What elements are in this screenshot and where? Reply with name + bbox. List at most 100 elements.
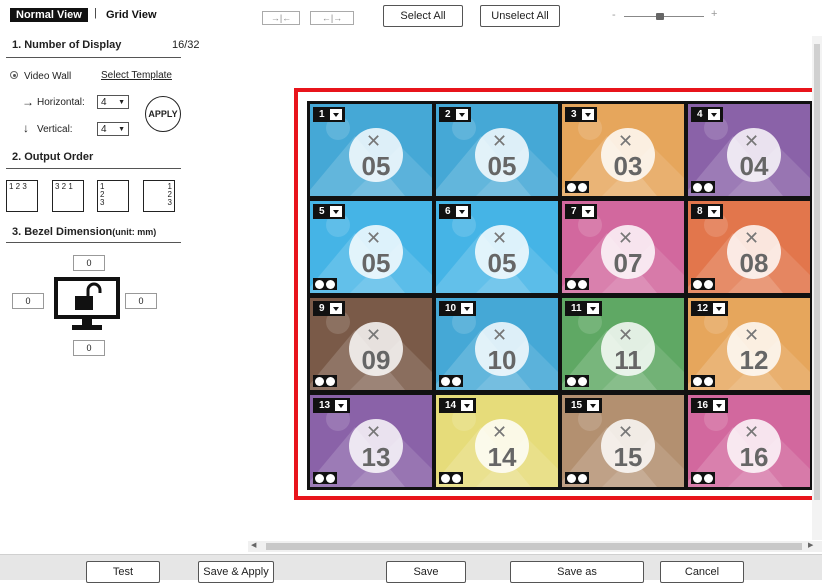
tile-index-selector[interactable]: 3 (565, 107, 597, 122)
tile-index-selector[interactable]: 16 (691, 398, 729, 413)
wall-tile[interactable]: ✕ 10 10 (436, 298, 558, 390)
speaker-icon[interactable] (693, 182, 702, 192)
vertical-select[interactable]: 4 ▼ (97, 122, 129, 136)
output-order-top-left[interactable]: 1 2 3 (97, 180, 129, 212)
tile-index-selector[interactable]: 15 (565, 398, 603, 413)
tile-index-selector[interactable]: 7 (565, 204, 597, 219)
tab-grid-view[interactable]: Grid View (106, 8, 157, 22)
wall-tile[interactable]: ✕ 09 9 (310, 298, 432, 390)
wall-tile[interactable]: ✕ 11 11 (562, 298, 684, 390)
horizontal-select[interactable]: 4 ▼ (97, 95, 129, 109)
speaker-icon[interactable] (567, 182, 576, 192)
monitor-unlock-icon[interactable] (54, 277, 122, 333)
zoom-slider-track[interactable] (624, 16, 704, 17)
tile-index-selector[interactable]: 13 (313, 398, 351, 413)
output-order-top-right[interactable]: 1 2 3 (143, 180, 175, 212)
speaker-icon[interactable] (693, 279, 702, 289)
tile-index-selector[interactable]: 10 (439, 301, 477, 316)
speaker-icon[interactable] (441, 376, 450, 386)
film-icon[interactable] (704, 376, 713, 386)
film-icon[interactable] (578, 182, 587, 192)
wall-tile[interactable]: ✕ 15 15 (562, 395, 684, 487)
wall-tile[interactable]: ✕ 16 16 (688, 395, 810, 487)
speaker-icon[interactable] (693, 376, 702, 386)
film-icon[interactable] (578, 279, 587, 289)
chevron-down-icon[interactable] (455, 109, 468, 120)
chevron-down-icon[interactable] (461, 303, 474, 314)
select-all-button[interactable]: Select All (383, 5, 463, 27)
chevron-down-icon[interactable] (713, 400, 726, 411)
scroll-right-icon[interactable]: ▶ (808, 541, 813, 549)
wall-tile[interactable]: ✕ 03 3 (562, 104, 684, 196)
speaker-icon[interactable] (567, 376, 576, 386)
vertical-scroll-thumb[interactable] (814, 44, 820, 500)
tile-index-selector[interactable]: 1 (313, 107, 345, 122)
wall-tile[interactable]: ✕ 05 6 (436, 201, 558, 293)
film-icon[interactable] (326, 279, 335, 289)
film-icon[interactable] (452, 473, 461, 483)
tile-index-selector[interactable]: 9 (313, 301, 345, 316)
chevron-down-icon[interactable] (461, 400, 474, 411)
wall-tile[interactable]: ✕ 05 1 (310, 104, 432, 196)
chevron-down-icon[interactable] (713, 303, 726, 314)
wall-tile[interactable]: ✕ 13 13 (310, 395, 432, 487)
video-wall-radio[interactable] (10, 71, 18, 79)
output-order-rtl[interactable]: 3 2 1 (52, 180, 84, 212)
zoom-in-button[interactable]: + (711, 8, 717, 20)
speaker-icon[interactable] (693, 473, 702, 483)
film-icon[interactable] (326, 473, 335, 483)
align-expand-icon[interactable]: ←|→ (310, 11, 354, 25)
tile-index-selector[interactable]: 4 (691, 107, 723, 122)
tile-index-selector[interactable]: 5 (313, 204, 345, 219)
wall-tile[interactable]: ✕ 05 2 (436, 104, 558, 196)
tile-index-selector[interactable]: 2 (439, 107, 471, 122)
unselect-all-button[interactable]: Unselect All (480, 5, 560, 27)
wall-tile[interactable]: ✕ 04 4 (688, 104, 810, 196)
speaker-icon[interactable] (315, 376, 324, 386)
film-icon[interactable] (326, 376, 335, 386)
wall-tile[interactable]: ✕ 07 7 (562, 201, 684, 293)
zoom-out-button[interactable]: - (612, 9, 616, 21)
chevron-down-icon[interactable] (329, 206, 342, 217)
film-icon[interactable] (578, 376, 587, 386)
wall-tile[interactable]: ✕ 14 14 (436, 395, 558, 487)
tile-index-selector[interactable]: 14 (439, 398, 477, 413)
bezel-left-input[interactable]: 0 (12, 293, 44, 309)
chevron-down-icon[interactable] (455, 206, 468, 217)
bezel-top-input[interactable]: 0 (73, 255, 105, 271)
chevron-down-icon[interactable] (329, 303, 342, 314)
chevron-down-icon[interactable] (581, 206, 594, 217)
horizontal-scroll-thumb[interactable] (266, 543, 802, 550)
chevron-down-icon[interactable] (707, 206, 720, 217)
chevron-down-icon[interactable] (586, 303, 599, 314)
tile-index-selector[interactable]: 12 (691, 301, 729, 316)
film-icon[interactable] (704, 279, 713, 289)
tile-index-selector[interactable]: 6 (439, 204, 471, 219)
scroll-left-icon[interactable]: ◀ (251, 541, 256, 549)
bezel-bottom-input[interactable]: 0 (73, 340, 105, 356)
chevron-down-icon[interactable] (329, 109, 342, 120)
chevron-down-icon[interactable] (587, 400, 600, 411)
tab-normal-view[interactable]: Normal View (10, 8, 88, 22)
wall-tile[interactable]: ✕ 12 12 (688, 298, 810, 390)
speaker-icon[interactable] (441, 473, 450, 483)
speaker-icon[interactable] (567, 473, 576, 483)
wall-tile[interactable]: ✕ 08 8 (688, 201, 810, 293)
film-icon[interactable] (704, 473, 713, 483)
speaker-icon[interactable] (315, 279, 324, 289)
select-template-link[interactable]: Select Template (101, 70, 172, 81)
chevron-down-icon[interactable] (335, 400, 348, 411)
film-icon[interactable] (452, 376, 461, 386)
film-icon[interactable] (704, 182, 713, 192)
chevron-down-icon[interactable] (581, 109, 594, 120)
output-order-ltr[interactable]: 1 2 3 (6, 180, 38, 212)
bezel-right-input[interactable]: 0 (125, 293, 157, 309)
align-collapse-icon[interactable]: →|← (262, 11, 300, 25)
speaker-icon[interactable] (567, 279, 576, 289)
tile-index-selector[interactable]: 11 (565, 301, 602, 316)
apply-button[interactable]: APPLY (145, 96, 181, 132)
speaker-icon[interactable] (315, 473, 324, 483)
zoom-slider-thumb[interactable] (656, 13, 664, 20)
wall-tile[interactable]: ✕ 05 5 (310, 201, 432, 293)
film-icon[interactable] (578, 473, 587, 483)
